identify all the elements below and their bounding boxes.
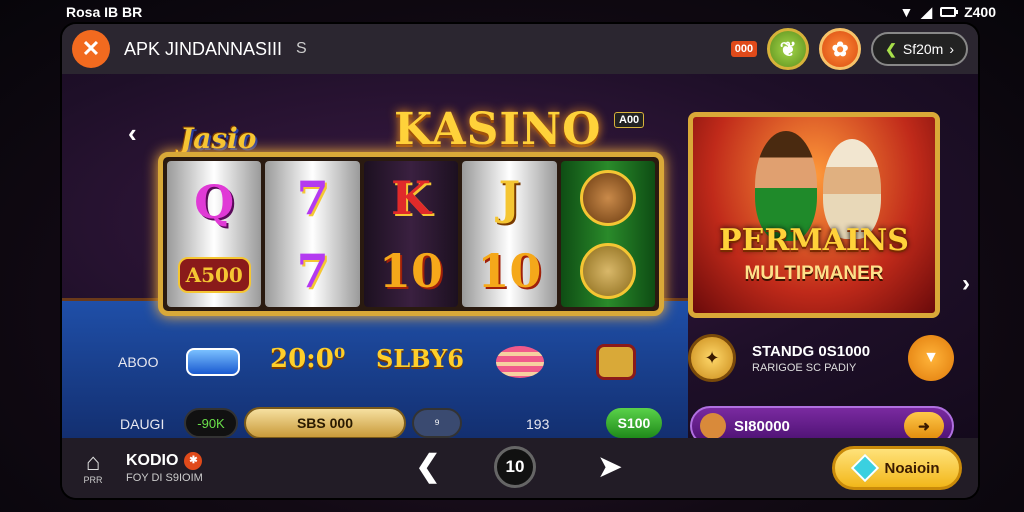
- coin-icon: [700, 413, 726, 439]
- bottom-subtitle: FOY DI S9IOIM: [126, 472, 203, 484]
- chip-stack-icon[interactable]: [496, 346, 544, 378]
- promo-info-text: STANDG 0S1000 RARIGOE SC PADIY: [736, 343, 908, 374]
- promo-banner[interactable]: PERMAINS MULTIPMANER: [688, 112, 940, 318]
- diamond-icon: [850, 453, 879, 483]
- wild-icon: [579, 242, 636, 299]
- balance-pill[interactable]: ❮ Sf20m ›: [871, 32, 968, 66]
- game-area: ‹ Jasio KASINO A00 Q A500 7 7 K 10 J 10: [62, 74, 978, 446]
- back-button[interactable]: ❮: [408, 446, 448, 486]
- promo-title: PERMAINS: [719, 223, 909, 258]
- dropdown-button[interactable]: ▼: [908, 335, 954, 381]
- home-button[interactable]: ⌂ PRR: [76, 449, 110, 486]
- row1-brand: SLBY6: [376, 344, 464, 373]
- promo-info-line1: STANDG 0S1000: [752, 342, 871, 360]
- forward-button[interactable]: ➤: [590, 446, 630, 486]
- claim-button[interactable]: ➜: [904, 412, 944, 440]
- play-button[interactable]: Noaioin: [832, 446, 962, 490]
- status-left-text: Rosa IB BR: [66, 4, 143, 20]
- app-title: APK JINDANNASIII: [124, 38, 283, 59]
- close-button[interactable]: ✕: [72, 30, 110, 68]
- profile-button[interactable]: ✿: [819, 28, 862, 70]
- game-logo-main: KASINO: [394, 104, 602, 155]
- reel-3: K 10: [363, 161, 459, 307]
- paw-icon: ✿: [831, 38, 849, 61]
- reel-symbol: K: [391, 170, 431, 225]
- game-logo-small: Jasio: [180, 122, 257, 155]
- bonus-button[interactable]: ❦: [767, 28, 810, 70]
- row2-value: 193: [526, 416, 550, 432]
- jackpot-label: SI80000: [734, 417, 790, 435]
- chevron-down-icon: ▼: [923, 349, 939, 366]
- reel-symbol: 7: [296, 243, 329, 298]
- row1-amount: 20:0⁰: [270, 344, 346, 374]
- prev-arrow[interactable]: ‹: [128, 118, 137, 149]
- chevron-right-icon: ➤: [598, 450, 622, 482]
- gem-icon[interactable]: [596, 344, 636, 380]
- top-actions: 000 ❦ ✿ ❮ Sf20m ›: [730, 28, 968, 70]
- battery-icon: [940, 7, 959, 17]
- bottom-bar: ⌂ PRR KODIO ✱ FOY DI S9IOIM ❮ 10 ➤ Noaio…: [62, 438, 978, 498]
- top-bar: ✕ APK JINDANNASIII S 000 ❦ ✿ ❮ Sf20m ›: [62, 24, 978, 74]
- reel-symbol: 10: [477, 243, 542, 298]
- status-icons: ▼ ◢ Z400: [899, 4, 996, 21]
- reel-symbol: 7: [296, 170, 329, 225]
- reel-2: 7 7: [265, 161, 360, 307]
- wifi-icon: ▼: [899, 4, 914, 20]
- signal-icon: ◢: [921, 3, 933, 20]
- bet-step-pill[interactable]: ⁹: [412, 408, 462, 438]
- arrow-icon: ➜: [918, 417, 930, 434]
- app-window: ✕ APK JINDANNASIII S 000 ❦ ✿ ❮ Sf20m › ‹…: [62, 24, 978, 498]
- chevron-right-icon: ›: [949, 41, 954, 57]
- mini-badge: 000: [730, 41, 758, 57]
- slot-reels[interactable]: Q A500 7 7 K 10 J 10: [158, 152, 664, 316]
- reel-symbol: Q: [194, 175, 235, 229]
- row2-label: DAUGI: [120, 416, 165, 432]
- reel-4: J 10: [462, 161, 557, 307]
- coin-button[interactable]: ✦: [688, 334, 736, 382]
- home-icon: ⌂: [85, 449, 101, 476]
- chip-row: ABOO 20:0⁰ SLBY6: [62, 342, 688, 382]
- balance-pill-label: Sf20m: [902, 41, 944, 57]
- bet-minus-pill[interactable]: -90K: [184, 408, 238, 438]
- notification-icon: ✱: [184, 452, 203, 470]
- chevron-left-icon: ❮: [885, 40, 897, 57]
- bottom-title: KODIO: [126, 452, 179, 469]
- home-label: PRR: [83, 475, 103, 485]
- promo-info-line2: RARIGOE SC PADIY: [752, 361, 857, 374]
- center-button[interactable]: 10: [494, 446, 536, 488]
- next-arrow[interactable]: ›: [962, 270, 970, 298]
- reel-1: Q A500: [167, 161, 262, 307]
- play-button-label: Noaioin: [884, 459, 940, 477]
- app-subtitle: S: [296, 40, 307, 57]
- status-bar: Rosa IB BR ▼ ◢ Z400: [0, 0, 1024, 24]
- reel-symbol: 10: [379, 243, 444, 298]
- reel-symbol: A500: [177, 257, 251, 293]
- chevron-left-icon: ❮: [415, 449, 441, 483]
- row1-label: ABOO: [118, 354, 159, 370]
- ticket-icon: ✦: [704, 347, 720, 368]
- leaf-icon: ❦: [779, 38, 797, 61]
- spin-button[interactable]: S100: [606, 408, 662, 438]
- reel-5: [560, 161, 656, 307]
- bottom-info: KODIO ✱ FOY DI S9IOIM: [126, 452, 203, 484]
- bet-amount-pill[interactable]: SBS 000: [244, 407, 406, 439]
- card-icon[interactable]: [186, 348, 240, 376]
- status-right-text: Z400: [964, 4, 996, 20]
- promo-subtitle: MULTIPMANER: [744, 263, 884, 284]
- promo-info-row: ✦ STANDG 0S1000 RARIGOE SC PADIY ▼: [688, 330, 954, 386]
- corner-badge: A00: [614, 112, 645, 128]
- bull-icon: [579, 169, 636, 226]
- reel-symbol: J: [498, 170, 521, 225]
